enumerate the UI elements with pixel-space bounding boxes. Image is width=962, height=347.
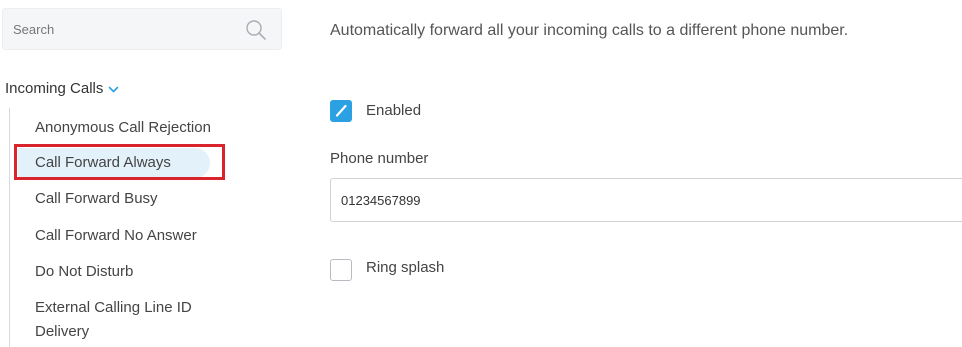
- sidebar-item-label-continued: Delivery: [35, 323, 90, 340]
- sidebar-item-anonymous-call-rejection[interactable]: Anonymous Call Rejection: [35, 117, 211, 139]
- sidebar-item-label: External Calling Line ID: [35, 299, 192, 316]
- ring-splash-checkbox[interactable]: [330, 259, 352, 281]
- enabled-checkbox[interactable]: [330, 100, 352, 122]
- search-box: [2, 8, 282, 50]
- sidebar-item-do-not-disturb[interactable]: Do Not Disturb: [35, 261, 133, 283]
- sidebar-item-label: Anonymous Call Rejection: [35, 119, 211, 136]
- nav-tree-line: [9, 108, 10, 347]
- search-icon[interactable]: [245, 19, 267, 41]
- enabled-label: Enabled: [366, 102, 422, 119]
- sidebar-item-label: Call Forward Busy: [35, 190, 158, 207]
- chevron-down-icon: [109, 86, 119, 93]
- search-input[interactable]: [3, 9, 243, 49]
- ring-splash-label: Ring splash: [366, 259, 445, 276]
- selection-highlight: [14, 144, 225, 180]
- section-incoming-calls[interactable]: Incoming Calls: [5, 80, 119, 97]
- sidebar-item-call-forward-no-answer[interactable]: Call Forward No Answer: [35, 225, 197, 247]
- check-icon: [335, 104, 347, 117]
- sidebar-item-call-forward-busy[interactable]: Call Forward Busy: [35, 188, 158, 210]
- phone-number-label: Phone number: [330, 150, 429, 167]
- sidebar-item-external-calling-line-id-delivery[interactable]: External Calling Line ID Delivery: [35, 297, 192, 343]
- sidebar-item-label: Do Not Disturb: [35, 263, 134, 280]
- call-settings-page: Incoming Calls Anonymous Call Rejection …: [0, 0, 962, 347]
- sidebar-item-label: Call Forward No Answer: [35, 227, 197, 244]
- page-description: Automatically forward all your incoming …: [330, 22, 849, 39]
- phone-number-input[interactable]: [330, 178, 962, 222]
- section-title: Incoming Calls: [5, 80, 104, 97]
